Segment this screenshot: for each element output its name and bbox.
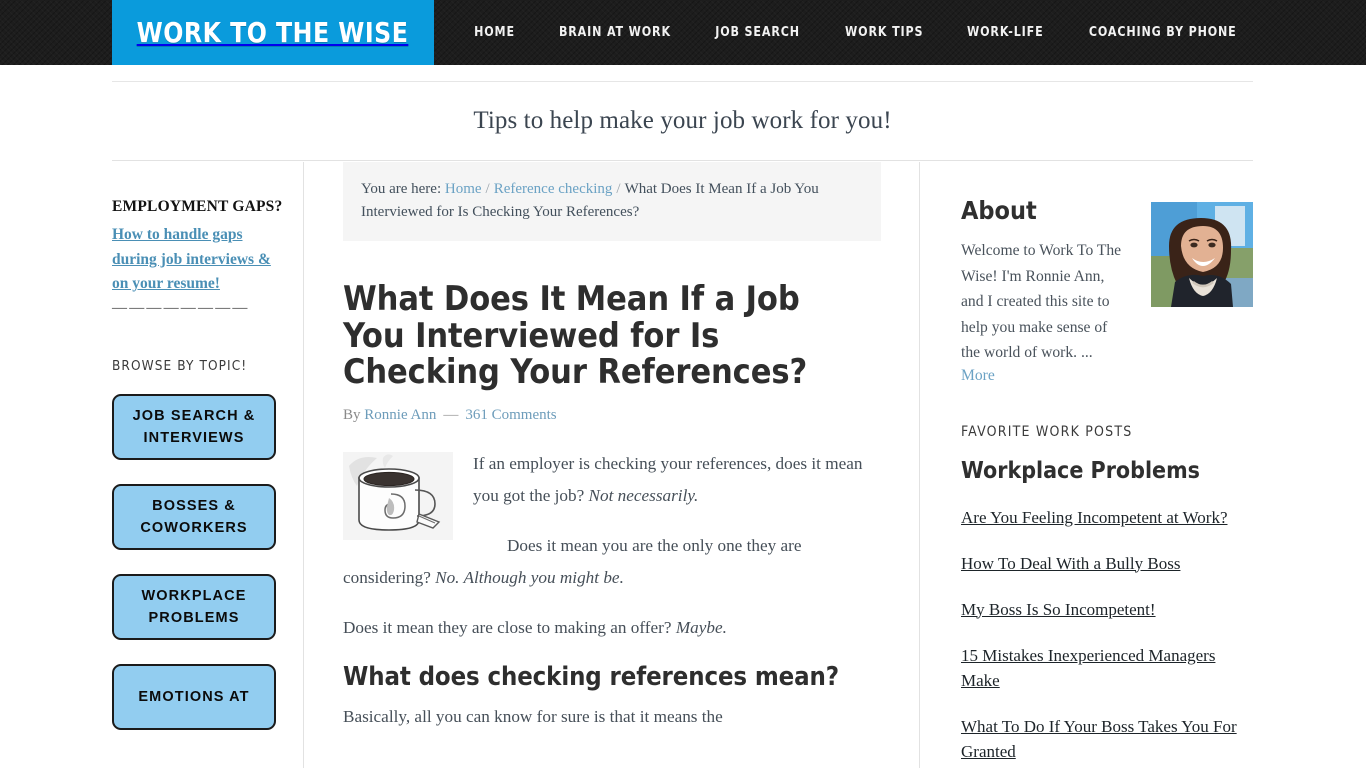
favorite-post-link-3[interactable]: My Boss Is So Incompetent!	[961, 597, 1253, 622]
promo-divider: ————————	[112, 299, 250, 316]
main-navigation: HOME BRAIN AT WORK JOB SEARCH WORK TIPS …	[474, 0, 1261, 65]
article-subheading: What does checking references mean?	[343, 661, 839, 692]
about-widget: About Welcome to Work To The Wise! I'm R…	[961, 196, 1253, 385]
article-paragraph-4: Basically, all you can know for sure is …	[343, 706, 723, 726]
nav-item-home[interactable]: HOME	[455, 25, 534, 40]
right-sidebar: About Welcome to Work To The Wise! I'm R…	[919, 162, 1253, 768]
favorite-posts-subheading: Workplace Problems	[961, 457, 1200, 484]
site-logo[interactable]: WORK TO THE WISE	[112, 0, 434, 65]
about-row: About Welcome to Work To The Wise! I'm R…	[961, 196, 1253, 385]
byline-comments-link[interactable]: 361 Comments	[465, 407, 556, 423]
site-tagline-bar: Tips to help make your job work for you!	[112, 81, 1253, 161]
author-portrait-image	[1151, 202, 1253, 307]
nav-item-work-tips[interactable]: WORK TIPS	[826, 25, 942, 40]
site-tagline: Tips to help make your job work for you!	[473, 107, 892, 134]
browse-by-topic-heading: BROWSE BY TOPIC!	[112, 357, 248, 374]
coffee-mug-image	[343, 451, 453, 540]
breadcrumb-link-category[interactable]: Reference checking	[494, 181, 613, 197]
article-body: If an employer is checking your referenc…	[343, 448, 883, 733]
page-root: WORK TO THE WISE HOME BRAIN AT WORK JOB …	[0, 0, 1366, 768]
site-logo-text: WORK TO THE WISE	[137, 16, 409, 49]
breadcrumb-separator-1: /	[485, 181, 490, 197]
favorite-post-link-1[interactable]: Are You Feeling Incompetent at Work?	[961, 505, 1253, 530]
breadcrumb-prefix: You are here:	[361, 181, 442, 197]
left-sidebar: EMPLOYMENT GAPS? How to handle gaps duri…	[112, 162, 304, 768]
nav-item-job-search[interactable]: JOB SEARCH	[697, 25, 820, 40]
favorite-post-link-5[interactable]: What To Do If Your Boss Takes You For Gr…	[961, 714, 1253, 764]
about-more-link[interactable]: More	[961, 367, 995, 385]
about-text: Welcome to Work To The Wise! I'm Ronnie …	[961, 242, 1122, 361]
site-header: WORK TO THE WISE HOME BRAIN AT WORK JOB …	[0, 0, 1366, 65]
topic-button-emotions-at-work[interactable]: EMOTIONS AT	[112, 663, 276, 730]
byline-author-link[interactable]: Ronnie Ann	[364, 407, 436, 423]
main-content: You are here: Home / Reference checking / Wh…	[343, 162, 901, 768]
about-heading: About	[961, 196, 1037, 225]
content-columns: EMPLOYMENT GAPS? How to handle gaps duri…	[112, 162, 1253, 768]
coffee-mug-icon	[343, 451, 453, 540]
favorite-post-link-2[interactable]: How To Deal With a Bully Boss	[961, 551, 1253, 576]
breadcrumb: You are here: Home / Reference checking / Wh…	[343, 162, 881, 241]
byline-by-label: By	[343, 406, 361, 423]
avatar	[1151, 202, 1253, 307]
topic-button-job-search-interviews[interactable]: JOB SEARCH & INTERVIEWS	[112, 393, 276, 460]
paragraph-2-emphasis: No. Although you might be.	[435, 567, 624, 587]
paragraph-1-emphasis: Not necessarily.	[588, 485, 699, 505]
nav-item-coaching-by-phone[interactable]: COACHING BY PHONE	[1070, 25, 1256, 40]
topic-button-bosses-coworkers[interactable]: BOSSES & COWORKERS	[112, 483, 276, 550]
paragraph-3-text: Does it mean they are close to making an…	[343, 617, 676, 637]
promo-title: EMPLOYMENT GAPS?	[112, 198, 283, 215]
favorite-posts-heading: FAVORITE WORK POSTS	[961, 423, 1133, 440]
favorite-posts-widget: FAVORITE WORK POSTS Workplace Problems A…	[961, 424, 1253, 764]
article-byline: By Ronnie Ann — 361 Comments	[343, 407, 901, 424]
breadcrumb-separator-2: /	[616, 181, 621, 197]
promo-link[interactable]: How to handle gaps during job interviews…	[112, 223, 282, 297]
paragraph-3-emphasis: Maybe.	[675, 617, 727, 637]
article-paragraph-3: Does it mean they are close to making an…	[343, 612, 883, 644]
nav-item-work-life[interactable]: WORK-LIFE	[948, 25, 1063, 40]
nav-item-brain-at-work[interactable]: BRAIN AT WORK	[539, 25, 689, 40]
about-text-column: About Welcome to Work To The Wise! I'm R…	[961, 196, 1129, 385]
topic-button-workplace-problems[interactable]: WORKPLACE PROBLEMS	[112, 573, 276, 640]
favorite-post-link-4[interactable]: 15 Mistakes Inexperienced Managers Make	[961, 643, 1253, 693]
article-title: What Does It Mean If a Job You Interview…	[343, 279, 808, 392]
byline-dash: —	[443, 406, 459, 423]
breadcrumb-link-home[interactable]: Home	[445, 181, 482, 197]
